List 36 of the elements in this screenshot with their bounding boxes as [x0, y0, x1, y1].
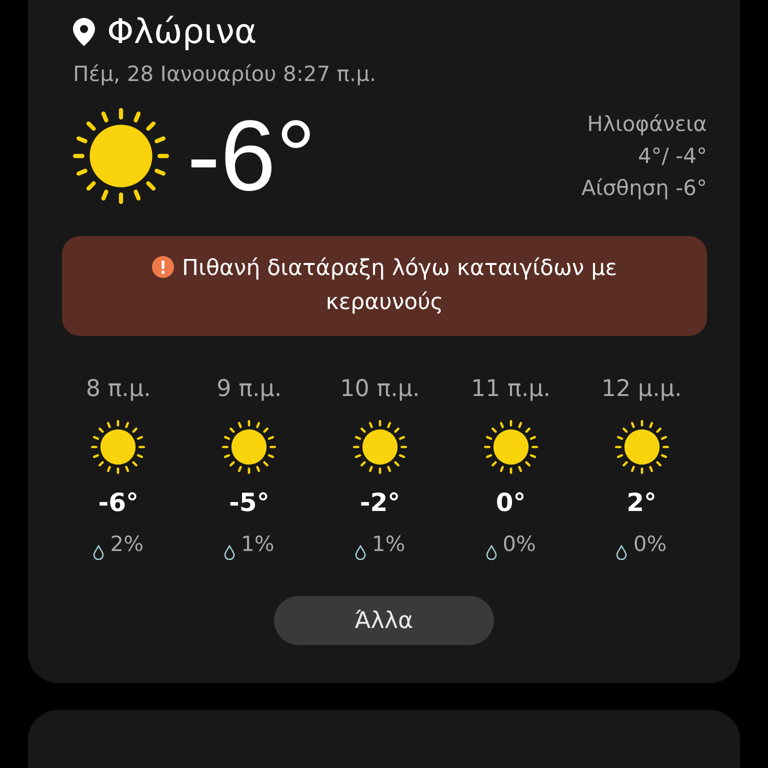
sun-icon — [222, 420, 276, 474]
more-button[interactable]: Άλλα — [274, 596, 494, 645]
raindrop-icon — [224, 545, 236, 560]
location-pin-icon — [73, 18, 95, 46]
raindrop-icon — [354, 545, 366, 560]
condition-text: Ηλιοφάνεια — [587, 112, 707, 136]
sun-icon — [484, 420, 538, 474]
precipitation-chance: 0% — [633, 532, 667, 556]
hour-label: 9 π.μ. — [216, 376, 282, 402]
high-low-temperature: 4°/ -4° — [638, 144, 707, 168]
precipitation-chance: 0% — [502, 532, 536, 556]
alert-text: Πιθανή διατάραξη λόγω καταιγίδων με κεραυνούς — [182, 256, 618, 315]
hour-label: 11 π.μ. — [470, 376, 551, 402]
hour-temperature: -5° — [229, 488, 270, 517]
precipitation-chance: 1% — [372, 532, 406, 556]
hour-label: 12 μ.μ. — [601, 376, 682, 402]
hour-label: 10 π.μ. — [340, 376, 420, 402]
raindrop-icon — [486, 545, 497, 560]
feels-like-text: Αίσθηση -6° — [581, 176, 707, 200]
hour-label: 8 π.μ. — [86, 376, 151, 402]
hour-temperature: 0° — [496, 488, 526, 517]
hour-temperature: -2° — [360, 488, 400, 517]
sun-icon — [73, 108, 169, 204]
sun-icon — [91, 420, 146, 474]
city-name: Φλώρινα — [107, 12, 257, 52]
precipitation-chance: 1% — [241, 532, 274, 556]
raindrop-icon — [93, 545, 104, 560]
date-time: Πέμ, 28 Ιανουαρίου 8:27 π.μ. — [73, 62, 378, 86]
precipitation-chance: 2% — [110, 532, 144, 556]
raindrop-icon — [616, 545, 628, 560]
current-temperature: -6° — [187, 106, 316, 206]
warning-icon — [152, 256, 174, 278]
hour-temperature: -6° — [98, 488, 139, 517]
hour-temperature: 2° — [626, 488, 657, 517]
sun-icon — [352, 420, 407, 474]
sun-icon — [614, 420, 669, 474]
